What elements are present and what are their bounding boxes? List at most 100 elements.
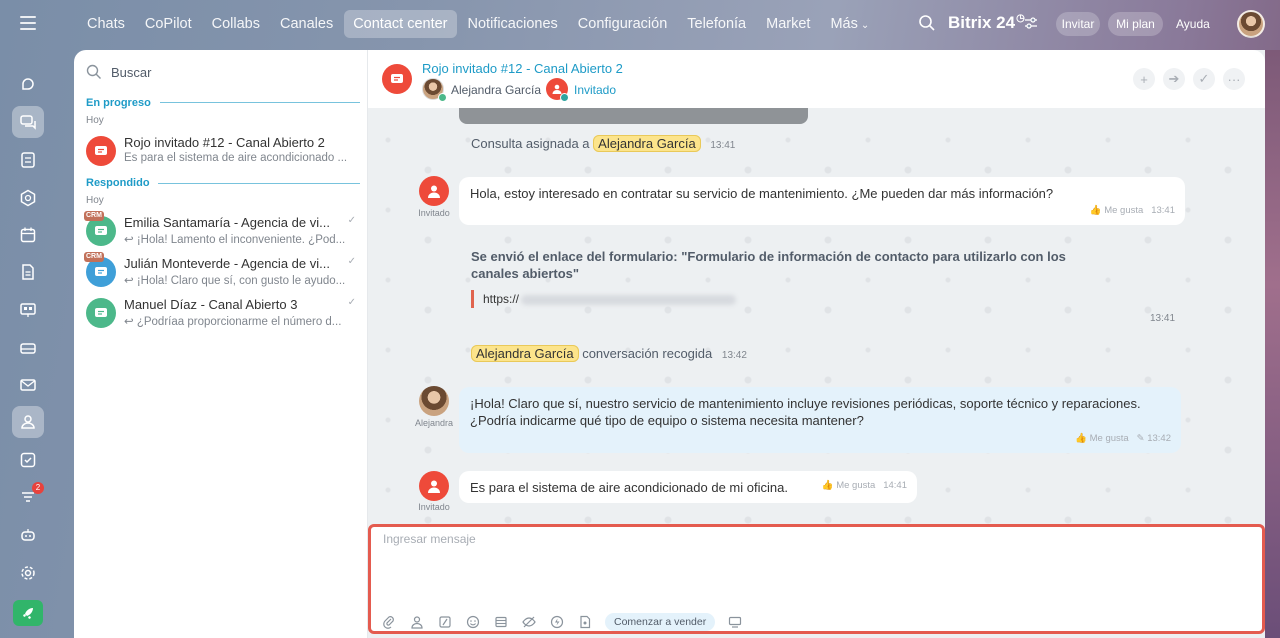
main-nav: Chats CoPilot Collabs Canales Contact ce…	[78, 10, 878, 38]
chat-item[interactable]: CRM Emilia Santamaría - Agencia de vi...…	[84, 211, 362, 250]
attach-icon[interactable]	[381, 614, 397, 630]
add-icon[interactable]: +	[1133, 68, 1155, 90]
board-icon[interactable]	[12, 294, 44, 326]
forward-icon[interactable]: ➔	[1163, 68, 1185, 90]
start-selling-button[interactable]: Comenzar a vender	[605, 613, 716, 631]
nav-telefonia[interactable]: Telefonía	[678, 10, 755, 38]
emoji-icon[interactable]	[465, 614, 481, 630]
my-plan-button[interactable]: Mi plan	[1108, 12, 1163, 36]
background-strip	[1265, 50, 1280, 638]
guest-avatar[interactable]	[419, 471, 449, 501]
read-check-icon: ✓	[347, 297, 356, 308]
form-link-message: Se envió el enlace del formulario: "Form…	[471, 249, 1066, 281]
section-in-progress: En progreso	[86, 97, 151, 109]
filter-icon[interactable]: 2	[12, 481, 44, 513]
chat-window-icon[interactable]	[727, 614, 743, 630]
template-icon[interactable]	[437, 614, 453, 630]
nav-configuracion[interactable]: Configuración	[569, 10, 676, 38]
contacts-icon[interactable]	[12, 406, 44, 438]
calendar-icon[interactable]	[12, 219, 44, 251]
nav-mas-label: Más	[830, 16, 858, 32]
like-label[interactable]: Me gusta	[1104, 205, 1143, 216]
conversation-title[interactable]: Rojo invitado #12 - Canal Abierto 2	[422, 61, 623, 76]
sliders-icon[interactable]	[1024, 16, 1038, 30]
menu-icon[interactable]	[20, 16, 36, 30]
chat-preview: ↩ ¿Podríaa proporcionarme el número d...	[124, 314, 356, 328]
nav-contact-center[interactable]: Contact center	[344, 10, 457, 38]
message-input[interactable]: Ingresar mensaje	[383, 532, 476, 546]
form-link[interactable]: https://	[471, 290, 737, 308]
nav-market[interactable]: Market	[757, 10, 819, 38]
reply-icon: ↩	[124, 234, 137, 246]
feed-icon[interactable]	[12, 144, 44, 176]
openlines-icon[interactable]	[12, 68, 44, 100]
like-icon[interactable]: 👍	[1090, 205, 1104, 216]
message-bubble[interactable]: Hola, estoy interesado en contratar su s…	[459, 177, 1185, 225]
search-icon[interactable]	[918, 14, 936, 32]
message-bubble[interactable]: Es para el sistema de aire acondicionado…	[459, 471, 917, 503]
guest-name[interactable]: Invitado	[574, 83, 616, 97]
like-icon[interactable]: 👍	[822, 480, 836, 491]
nav-notificaciones[interactable]: Notificaciones	[459, 10, 567, 38]
check-circle-icon[interactable]: ✓	[1193, 68, 1215, 90]
agent-mention[interactable]: Alejandra García	[593, 135, 701, 152]
like-label[interactable]: Me gusta	[1090, 433, 1129, 444]
brand-logo[interactable]: Bitrix 24◷	[948, 13, 1025, 33]
nav-chats[interactable]: Chats	[78, 10, 134, 38]
help-link[interactable]: Ayuda	[1176, 17, 1210, 31]
chat-item[interactable]: Rojo invitado #12 - Canal Abierto 2 Es p…	[86, 132, 362, 170]
reply-icon: ↩	[124, 316, 137, 328]
notification-badge: 2	[32, 482, 44, 494]
agent-name[interactable]: Alejandra García	[451, 83, 541, 97]
chat-title: Emilia Santamaría - Agencia de vi...	[124, 215, 330, 230]
channel-status-icon	[560, 93, 569, 102]
like-icon[interactable]: 👍	[1075, 433, 1089, 444]
lightning-icon[interactable]	[549, 614, 565, 630]
message-bubble[interactable]: ¡Hola! Claro que sí, nuestro servicio de…	[459, 387, 1181, 453]
quick-answers-icon[interactable]	[493, 614, 509, 630]
chat-item[interactable]: CRM Julián Monteverde - Agencia de vi...…	[84, 252, 362, 291]
rocket-icon[interactable]	[13, 600, 43, 626]
day-label: Hoy	[86, 195, 104, 206]
form-icon[interactable]	[577, 614, 593, 630]
nav-copilot[interactable]: CoPilot	[136, 10, 201, 38]
openline-chat-icon	[86, 136, 116, 166]
system-message-picked: Alejandra García conversación recogida 1…	[471, 345, 747, 362]
chat-title: Julián Monteverde - Agencia de vi...	[124, 256, 330, 271]
hexagon-icon[interactable]	[12, 182, 44, 214]
chat-item[interactable]: Manuel Díaz - Canal Abierto 3 ✓ ↩ ¿Podrí…	[86, 294, 362, 332]
read-check-icon: ✓	[347, 215, 356, 226]
openline-chat-icon	[86, 298, 116, 328]
like-label[interactable]: Me gusta	[836, 480, 875, 491]
nav-canales[interactable]: Canales	[271, 10, 342, 38]
chat-search[interactable]: Buscar	[86, 64, 151, 80]
timestamp: 13:41	[1150, 313, 1176, 324]
more-icon[interactable]: ···	[1223, 68, 1245, 90]
online-status-icon	[438, 93, 447, 102]
crm-badge: CRM	[84, 252, 104, 262]
mail-icon[interactable]	[12, 369, 44, 401]
message-meta: 👍 Me gusta 14:41	[822, 477, 907, 494]
robot-icon[interactable]	[12, 519, 44, 551]
drive-icon[interactable]	[12, 332, 44, 364]
invite-button[interactable]: Invitar	[1056, 12, 1100, 36]
system-message-assigned: Consulta asignada a Alejandra García 13:…	[471, 135, 735, 152]
agent-avatar[interactable]	[419, 386, 449, 416]
composer-toolbar: Comenzar a vender	[381, 613, 743, 631]
message-composer[interactable]: Ingresar mensaje Comenzar a vender	[368, 524, 1265, 634]
user-icon[interactable]	[409, 614, 425, 630]
settings-icon[interactable]	[12, 557, 44, 589]
hide-icon[interactable]	[521, 614, 537, 630]
user-avatar[interactable]	[1237, 10, 1265, 38]
chat-title: Rojo invitado #12 - Canal Abierto 2	[124, 135, 325, 150]
nav-mas[interactable]: Más ⌄	[821, 10, 878, 38]
reply-icon: ↩	[124, 275, 137, 287]
document-icon[interactable]	[12, 256, 44, 288]
tasks-icon[interactable]	[12, 444, 44, 476]
guest-avatar[interactable]	[419, 176, 449, 206]
agent-mention[interactable]: Alejandra García	[471, 345, 579, 362]
nav-collabs[interactable]: Collabs	[203, 10, 269, 38]
chat-icon[interactable]	[12, 106, 44, 138]
author-caption: Invitado	[418, 208, 450, 218]
chat-preview-text: ¿Podríaa proporcionarme el número d...	[136, 316, 342, 328]
